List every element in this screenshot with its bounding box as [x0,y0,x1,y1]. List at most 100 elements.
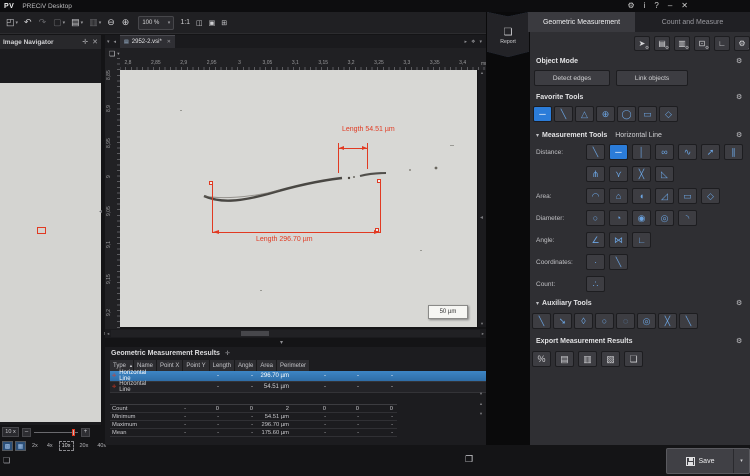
tool-horizontal-line[interactable]: ─ [533,106,552,122]
aux-dashed-circle[interactable]: ◌ [616,313,635,329]
aux-line-point[interactable]: ➘ [553,313,572,329]
tool-angle-corner[interactable]: ∟ [632,232,651,248]
column-header[interactable]: Perimeter [277,360,310,371]
scroll-up-icon[interactable]: ▴ [481,70,483,76]
pan-tool-button[interactable]: ❖ [471,39,475,45]
scroll-down-icon[interactable]: ▾ [480,411,482,417]
pin-icon[interactable]: ✛ [225,350,230,357]
zoom-plus-button[interactable]: + [81,428,90,437]
detect-edges-button[interactable]: Detect edges [534,70,610,86]
tool-count-points[interactable]: ∴ [586,276,605,292]
column-header[interactable]: Area [257,360,277,371]
scroll-down-icon[interactable]: ▾ [481,321,483,327]
tool-magic-wand-area[interactable]: ◿ [655,188,674,204]
gear-icon[interactable]: ⚙ [736,337,742,345]
scroll-right-icon[interactable]: ▸ [482,331,484,337]
horizontal-scrollbar[interactable]: ◂ ▸ [105,329,486,338]
status-document-icon[interactable]: ❏ [3,456,10,465]
navigator-zoom-value[interactable]: 10 x [2,427,19,437]
link-objects-button[interactable]: Link objects [616,70,688,86]
scrollbar-thumb[interactable] [241,331,269,336]
tool-circle-to-circle-distance[interactable]: ∞ [655,144,674,160]
tool-closed-polygon-area[interactable]: ⌂ [609,188,628,204]
zoom-minus-button[interactable]: – [22,428,31,437]
redo-button[interactable]: ↷ [37,15,50,31]
table-row[interactable]: ✛Horizontal Line - - 54.51 µm - - - [110,382,486,393]
mag-4x-button[interactable]: 4x [44,441,56,451]
scrollbar-track[interactable] [111,330,479,337]
tool-point-to-line-distance[interactable]: ⋔ [586,166,605,182]
copy-measurement-button[interactable]: ▤ ⚙ [654,36,670,51]
scroll-down-icon[interactable]: ▾ [480,391,482,397]
measurement-extension-line[interactable] [212,184,213,233]
collapse-panel-icon[interactable]: ▾ [280,339,283,346]
gear-icon[interactable]: ⚙ [736,299,742,307]
zoom-slider-handle[interactable] [72,429,75,436]
tool-point-coordinate[interactable]: ∙ [586,254,605,270]
tool-circle-diameter[interactable]: ⊕ [596,106,615,122]
tab-list-button[interactable]: ▾ [107,39,110,45]
tool-rectangle-area2[interactable]: ▭ [678,188,697,204]
mag-10x-button[interactable]: 10x [59,441,74,451]
info-icon[interactable]: i [644,0,646,12]
column-header[interactable]: Length [210,360,235,371]
export-txt-file[interactable]: ▧ [601,351,620,367]
tab-count-and-measure[interactable]: Count and Measure [635,12,750,32]
measurement-handle[interactable] [377,179,381,183]
tool-angle-4point[interactable]: ⋈ [609,232,628,248]
tool-angle[interactable]: △ [575,106,594,122]
save-measurement-button[interactable]: ⊡ ⚙ [694,36,710,51]
image-canvas[interactable]: Length 54.51 µm Length 296.70 µm 50 µm [120,70,477,327]
tool-polyline-arrow-distance[interactable]: ➚ [701,144,720,160]
close-icon[interactable]: ✕ [167,39,171,45]
tool-spline-area[interactable]: ◖ [632,188,651,204]
tool-angle-3point[interactable]: ∠ [586,232,605,248]
tool-circle-3point[interactable]: ◔ [609,210,628,226]
tool-vertical-line-distance[interactable]: │ [632,144,651,160]
tool-horizontal-line-distance[interactable]: ─ [609,144,628,160]
tool-triangle-distance[interactable]: ◺ [655,166,674,182]
copy-button[interactable]: ▤ ▾ [69,15,85,31]
measurement-options-button[interactable]: ⚙ · [734,36,750,51]
module-report[interactable]: ❏ Report [487,12,529,57]
save-button[interactable]: Save ▾ [666,448,750,474]
paste-button[interactable]: ▥ ▾ [87,15,103,31]
tool-parallel-distance[interactable]: ∥ [724,144,743,160]
zoom-level-select[interactable]: 100 % ▾ [138,16,174,30]
tab-scroll-left-button[interactable]: ◂ [114,39,117,45]
measurement-extension-line[interactable] [380,182,381,233]
navigator-viewport-rect[interactable] [37,227,46,234]
mag-2x-button[interactable]: 2x [29,441,41,451]
tool-rotated-rectangle-area[interactable]: ◇ [701,188,720,204]
vertical-scrollbar[interactable]: ▴ ▾ [478,70,486,327]
export-csv-file[interactable]: ▥ [578,351,597,367]
settings-icon[interactable]: ⚙ [627,0,634,12]
aux-double-circle[interactable]: ◎ [637,313,656,329]
tool-arbitrary-line[interactable]: ╲ [554,106,573,122]
column-header[interactable]: Point X [157,360,183,371]
save-button-main[interactable]: Save [667,449,734,473]
select-button[interactable]: ▢ ▾ [51,15,67,31]
splitter-right-icon[interactable]: ◂ [480,214,483,221]
measurement-dimension-line[interactable] [212,232,381,233]
gear-icon[interactable]: ⚙ [736,131,742,139]
minimize-icon[interactable]: – [668,0,672,12]
mag-20x-button[interactable]: 20x [77,441,92,451]
tool-rotated-rectangle[interactable]: ◇ [659,106,678,122]
aux-circle[interactable]: ○ [595,313,614,329]
send-to-report-icon[interactable]: ❐ [465,454,473,465]
tool-arc-circle[interactable]: ◝ [678,210,697,226]
measurement-extension-line[interactable] [367,143,368,169]
splitter-left-icon[interactable]: ◂ [99,208,102,215]
tool-circle-2point[interactable]: ○ [586,210,605,226]
save-menu-chevron-icon[interactable]: ▾ [734,458,749,464]
zoom-out-button[interactable]: ⊖ [105,15,118,31]
export-quick[interactable]: % [532,351,551,367]
zoom-slider[interactable] [34,428,78,437]
ruler-corner-button[interactable]: ∟ [714,36,730,51]
aux-ruler[interactable]: ◊ [574,313,593,329]
aux-line2[interactable]: ╲ [679,313,698,329]
chevron-down-icon[interactable]: ▾ [536,301,539,307]
export-excel-file[interactable]: ▤ [555,351,574,367]
tool-concentric-circle[interactable]: ◎ [655,210,674,226]
